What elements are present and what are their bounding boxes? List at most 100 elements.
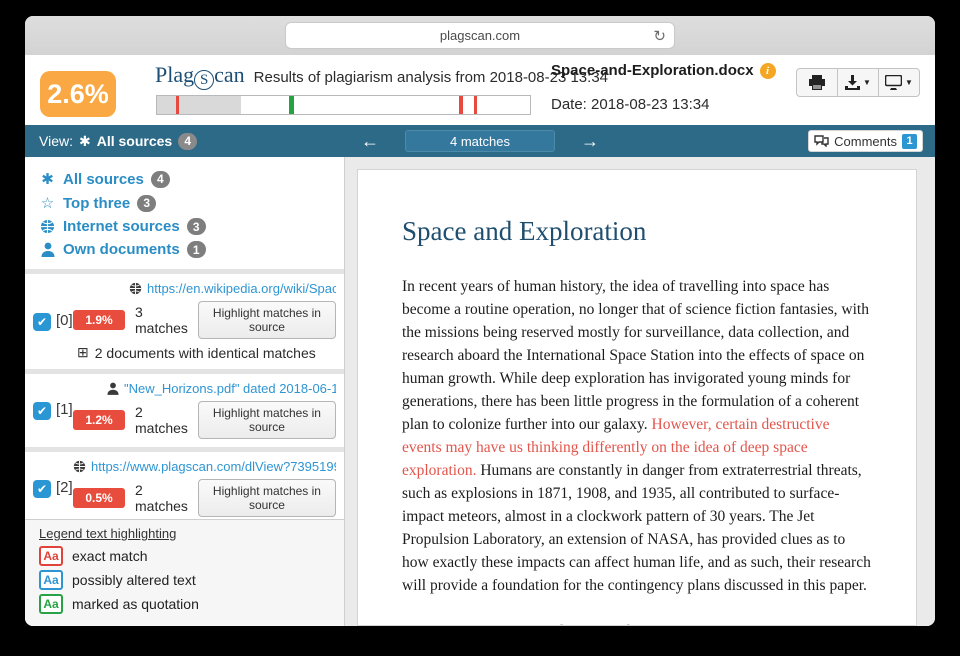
altered-text-swatch: Aa [39,570,63,590]
browser-chrome: plagscan.com ↻ [25,16,935,55]
download-button[interactable]: ▼ [837,68,879,97]
plagiarism-score-badge: 2.6% [40,71,116,117]
matches-count-button[interactable]: 4 matches [405,130,555,152]
logo-s-circle-icon: S [194,70,214,90]
legend-possibly-altered: Aa possibly altered text [39,570,330,590]
caret-down-icon: ▼ [863,78,871,87]
user-icon [107,382,119,395]
caret-down-icon: ▼ [905,78,913,87]
comments-icon [814,135,829,147]
match-percent-badge: 1.9% [73,310,125,330]
source-link[interactable]: "New_Horizons.pdf" dated 2018-06-15 [124,381,336,396]
comments-label: Comments [834,134,897,149]
filter-count-badge: 3 [187,218,206,235]
source-index: [0] [56,312,73,329]
highlight-matches-button[interactable]: Highlight matches in source [198,301,336,339]
match-tick [474,96,477,114]
highlight-legend: Legend text highlighting Aa exact match … [25,519,344,626]
document-date: Date: 2018-08-23 13:34 [551,96,776,113]
filter-label: Top three [63,195,130,212]
document-name: Space-and-Exploration.docx [551,62,754,79]
url-text: plagscan.com [286,28,674,43]
asterisk-icon: ✱ [79,133,91,150]
match-tick [459,96,463,114]
header-button-group: ▼ ▼ [797,68,920,97]
sources-sidebar: ✱ All sources 4 ☆ Top three 3 Internet s… [25,157,345,626]
monitor-icon [885,75,902,90]
url-bar[interactable]: plagscan.com ↻ [285,22,675,49]
source-item-0: ✔ [0] https://en.wikipedia.org/wiki/Spac… [25,274,344,369]
match-count: 2 matches [135,404,188,436]
previous-match-arrow[interactable]: ← [361,132,379,150]
star-icon: ☆ [39,194,56,212]
source-link[interactable]: https://www.plagscan.com/dlView?7395199 [91,459,336,474]
exact-match-swatch: Aa [39,546,63,566]
source-checkbox[interactable]: ✔ [33,480,51,498]
reload-icon[interactable]: ↻ [653,27,666,45]
globe-icon [39,219,56,234]
highlight-matches-button[interactable]: Highlight matches in source [198,401,336,439]
globe-icon [73,460,86,473]
filter-label: Internet sources [63,218,180,235]
source-checkbox[interactable]: ✔ [33,313,51,331]
view-toolbar: View: ✱ All sources 4 ← 4 matches → Comm… [25,125,935,157]
filter-internet-sources[interactable]: Internet sources 3 [39,215,344,238]
filter-all-sources[interactable]: ✱ All sources 4 [39,167,344,191]
source-item-1: ✔ [1] "New_Horizons.pdf" dated 2018-06-1… [25,374,344,447]
comments-count-badge: 1 [902,134,917,149]
content-area: ✱ All sources 4 ☆ Top three 3 Internet s… [25,157,935,626]
asterisk-icon: ✱ [39,170,56,188]
comments-button[interactable]: Comments 1 [808,130,923,152]
next-match-arrow[interactable]: → [581,132,599,150]
filter-count-badge: 1 [187,241,206,258]
print-button[interactable] [796,68,838,97]
legend-title: Legend text highlighting [39,526,330,541]
match-tick [289,96,294,114]
document-paragraph-1: In recent years of human history, the id… [402,275,872,597]
filter-count-badge: 4 [151,171,170,188]
globe-icon [129,282,142,295]
match-percent-badge: 0.5% [73,488,125,508]
source-item-2: ✔ [2] https://www.plagscan.com/dlView?73… [25,452,344,525]
printer-icon [808,75,826,91]
legend-exact-match: Aa exact match [39,546,330,566]
document-match-bar [156,95,531,115]
filter-count-badge: 3 [137,195,156,212]
source-checkbox[interactable]: ✔ [33,402,51,420]
identical-matches-label: 2 documents with identical matches [95,345,316,361]
match-tick [176,96,179,114]
view-mode-button[interactable]: ▼ [878,68,920,97]
filter-top-three[interactable]: ☆ Top three 3 [39,191,344,215]
source-link[interactable]: https://en.wikipedia.org/wiki/Space_expl… [147,281,336,296]
match-percent-badge: 1.2% [73,410,125,430]
browser-window: plagscan.com ↻ 2.6% PlagScan Results of … [25,16,935,626]
logo-row: PlagScan Results of plagiarism analysis … [155,62,608,90]
document-paragraph-2: While impacts of severe damage and threa… [402,620,872,626]
filter-label: All sources [63,171,144,188]
download-icon [845,75,860,90]
info-icon[interactable]: i [760,63,776,79]
document-viewer[interactable]: Space and Exploration In recent years of… [345,157,935,626]
report-header: 2.6% PlagScan Results of plagiarism anal… [25,55,935,125]
legend-quotation: Aa marked as quotation [39,594,330,614]
filter-own-documents[interactable]: Own documents 1 [39,238,344,261]
highlight-matches-button[interactable]: Highlight matches in source [198,479,336,517]
document-page: Space and Exploration In recent years of… [357,169,917,626]
match-navigation: ← 4 matches → [361,130,599,152]
view-name: All sources [97,133,172,149]
view-label: View: [39,133,73,149]
quotation-swatch: Aa [39,594,63,614]
match-count: 3 matches [135,304,188,336]
user-icon [39,242,56,257]
progress-gray [157,96,241,114]
expand-plus-icon[interactable]: ⊞ [77,344,89,361]
plagscan-logo: PlagScan [155,62,245,90]
document-meta: Space-and-Exploration.docx i Date: 2018-… [551,62,776,113]
source-index: [2] [56,479,73,496]
filter-label: Own documents [63,241,180,258]
document-title: Space and Exploration [402,216,872,247]
view-selector[interactable]: View: ✱ All sources 4 [39,133,197,150]
identical-matches-row[interactable]: ⊞ 2 documents with identical matches [77,344,336,361]
view-count-badge: 4 [178,133,197,150]
source-index: [1] [56,401,73,418]
